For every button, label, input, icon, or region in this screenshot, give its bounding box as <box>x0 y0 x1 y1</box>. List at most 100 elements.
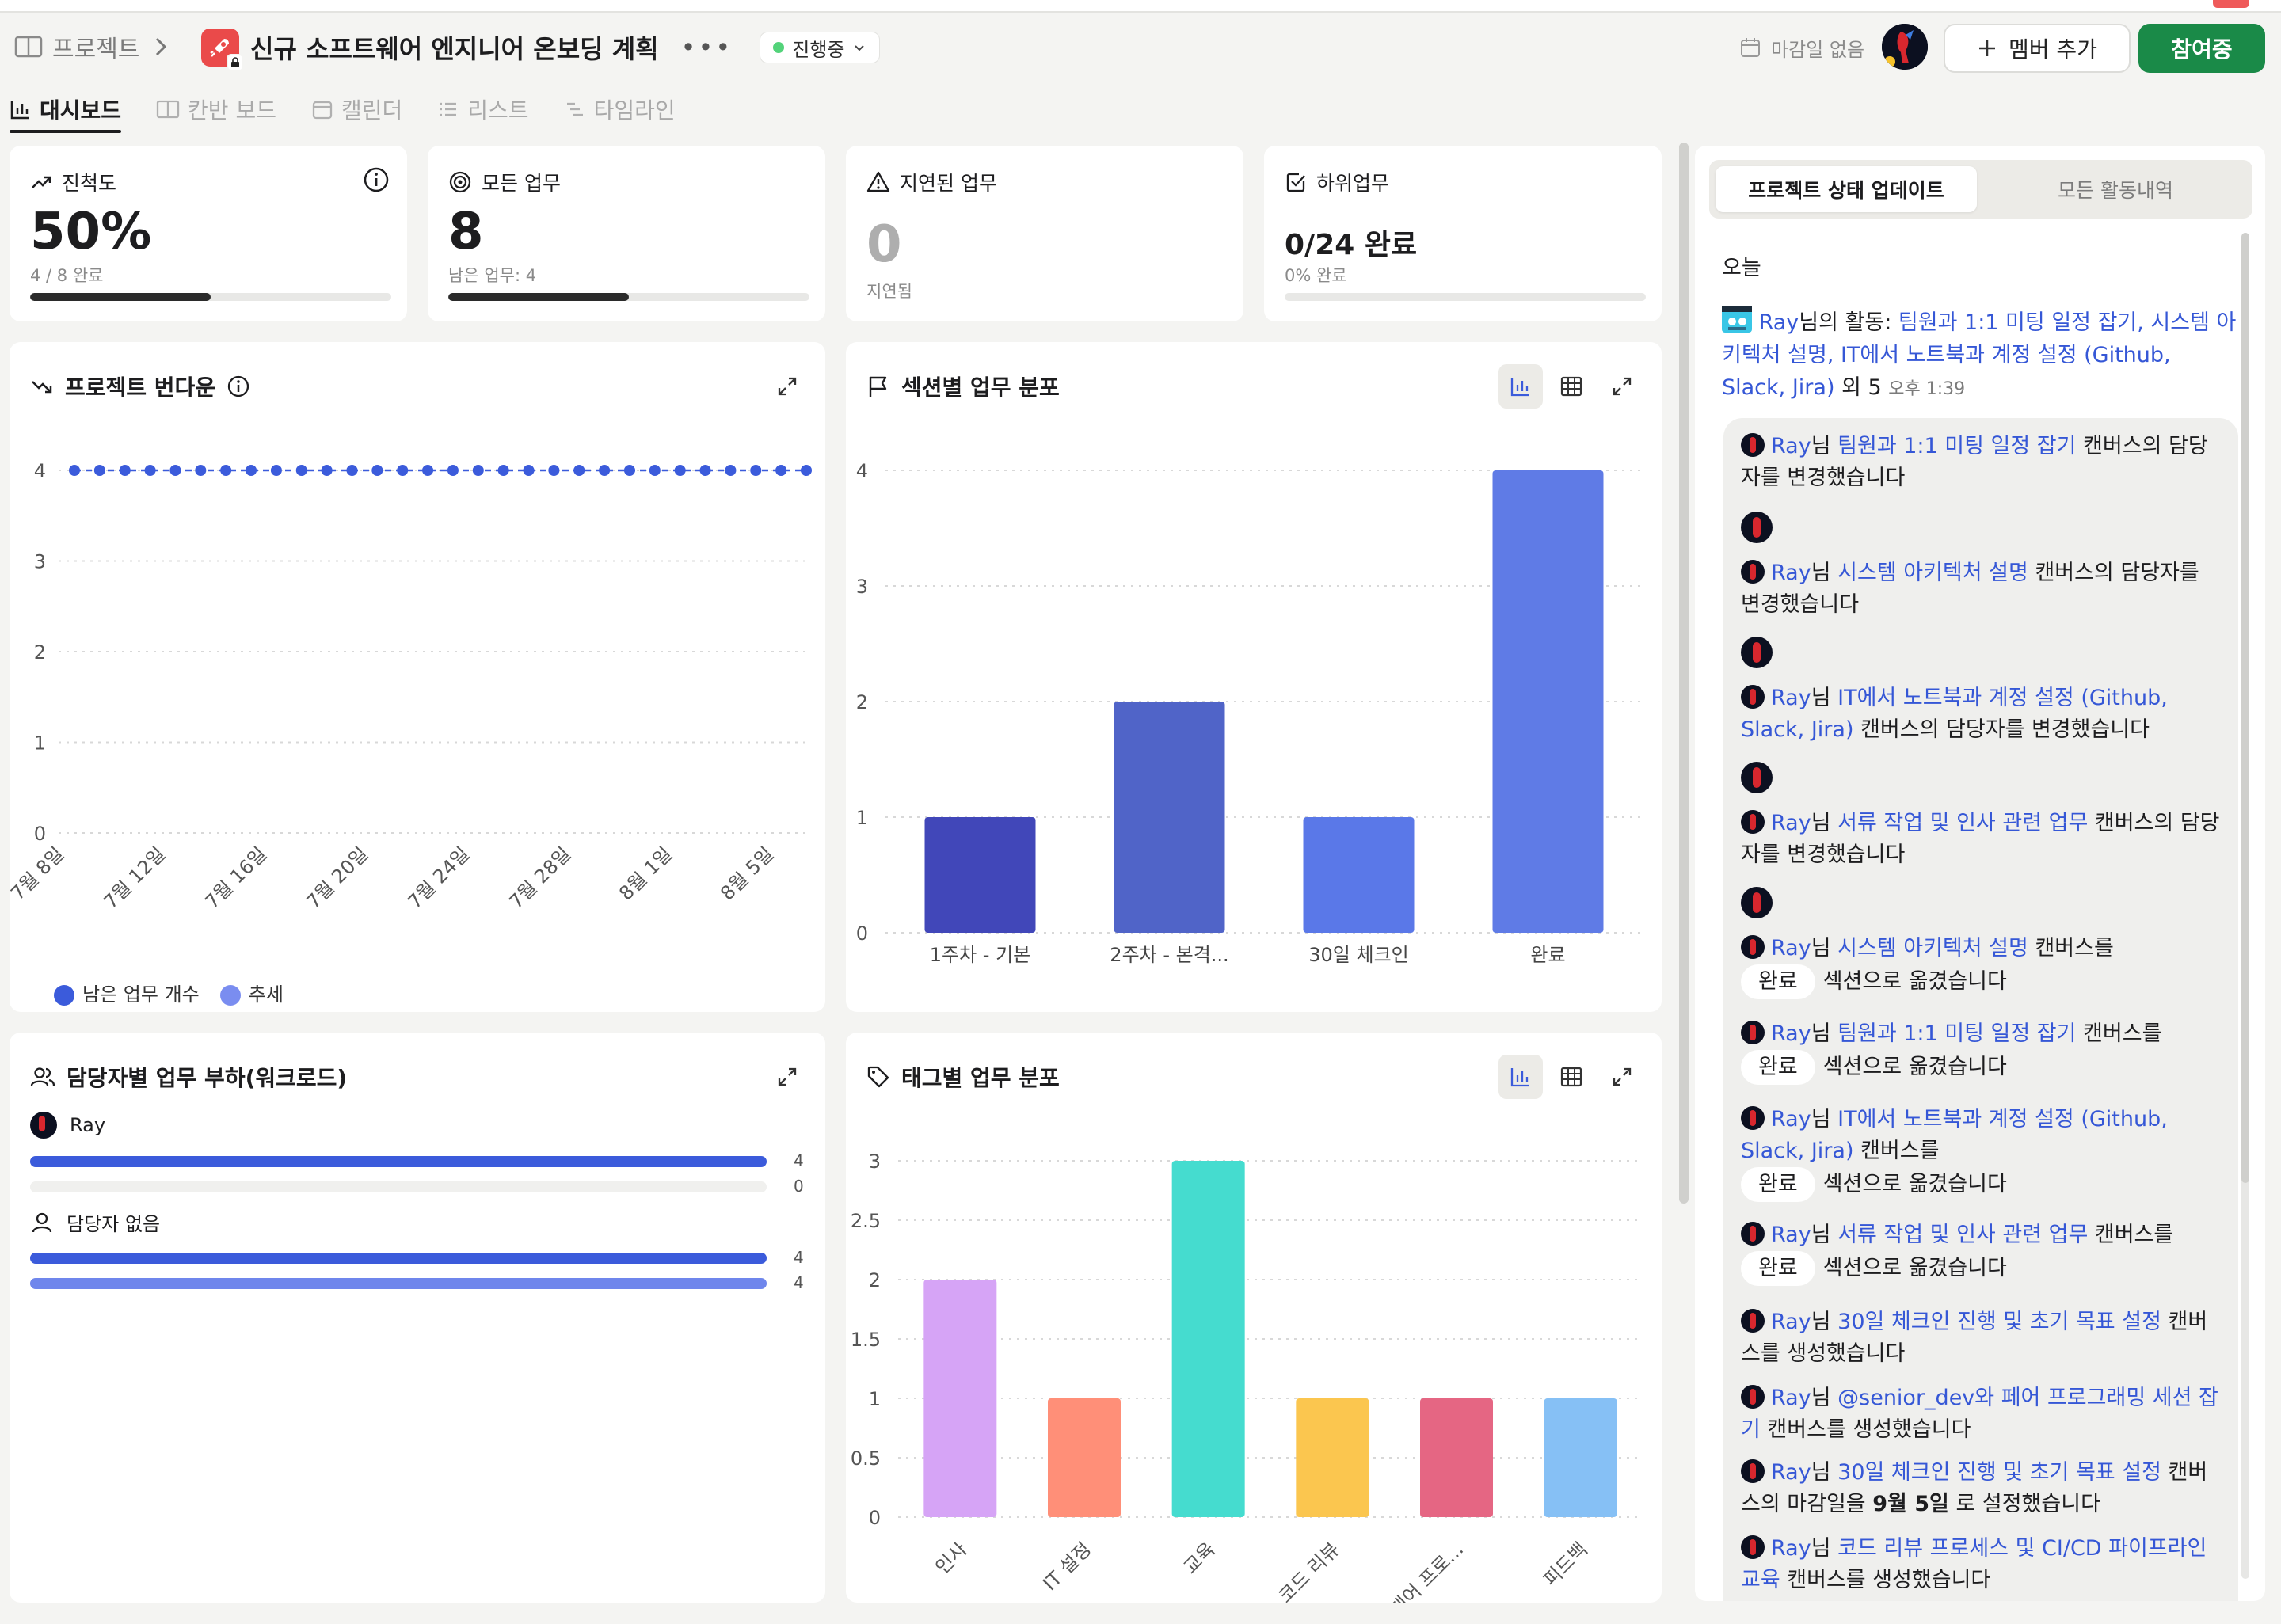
progress-title: 진척도 <box>30 168 116 196</box>
expand-icon[interactable] <box>765 1055 809 1099</box>
tab-list[interactable]: 리스트 <box>437 87 529 131</box>
x-tick-label: 완료 <box>1530 944 1565 966</box>
x-tick-label: 8월 1일 <box>615 842 676 904</box>
event-text: 캔버스를 <box>2076 1021 2162 1046</box>
event-user[interactable]: Ray <box>1771 1536 1811 1561</box>
legend-remaining[interactable]: 남은 업무 개수 <box>54 979 200 1006</box>
status-dot <box>773 42 785 53</box>
x-tick-label: 7월 24일 <box>403 842 474 913</box>
data-point <box>725 465 737 476</box>
section-pill[interactable]: 완료 <box>1741 1050 1815 1085</box>
avatar <box>1741 560 1765 584</box>
event-link[interactable]: 팀원과 1:1 미팅 일정 잡기 <box>1837 434 2076 458</box>
tab-status-update[interactable]: 프로젝트 상태 업데이트 <box>1716 166 1977 212</box>
y-tick-label: 2.5 <box>851 1210 881 1232</box>
event-text: 님 <box>1811 686 1838 710</box>
avatar <box>1741 1021 1765 1044</box>
join-button[interactable]: 참여중 <box>2138 24 2265 73</box>
breadcrumb-projects[interactable]: 프로젝트 <box>52 29 139 64</box>
event-text: 님 <box>1811 434 1838 458</box>
section-pill[interactable]: 완료 <box>1741 964 1815 999</box>
y-tick-label: 1.5 <box>851 1329 881 1351</box>
event-user[interactable]: Ray <box>1771 936 1811 960</box>
x-tick-label: 8월 5일 <box>716 842 778 904</box>
event-link[interactable]: 시스템 아키텍처 설명 <box>1837 561 2028 585</box>
status-dropdown[interactable]: 진행중 <box>760 32 881 63</box>
x-tick-label: 피드백 <box>1539 1538 1592 1591</box>
activity-more[interactable]: 외 5 <box>1834 375 1888 400</box>
tab-dashboard[interactable]: 대시보드 <box>10 87 122 133</box>
timeline-icon <box>566 102 583 116</box>
section-pill[interactable]: 완료 <box>1741 1251 1815 1286</box>
data-point <box>169 465 181 476</box>
activity-event: Ray님 팀원과 1:1 미팅 일정 잡기 캔버스를 완료 섹션으로 옮겼습니다 <box>1741 1018 2224 1085</box>
y-tick-label: 0 <box>856 922 868 945</box>
event-user[interactable]: Ray <box>1771 1021 1811 1046</box>
tab-calendar[interactable]: 캘린더 <box>311 87 402 131</box>
activity-user[interactable]: Ray <box>1759 310 1799 335</box>
event-text: 캔버스를 <box>2088 1223 2174 1247</box>
bar <box>1492 470 1604 933</box>
info-icon[interactable] <box>363 166 390 193</box>
data-point <box>144 465 156 476</box>
chart-icon <box>10 101 29 120</box>
x-tick-label: 7월 8일 <box>10 842 68 904</box>
tab-timeline[interactable]: 타임라인 <box>564 87 676 131</box>
bar <box>1296 1398 1369 1517</box>
panel-scrollbar[interactable] <box>2241 233 2249 1579</box>
x-tick-label: IT 설정 <box>1038 1538 1095 1595</box>
event-user[interactable]: Ray <box>1771 561 1811 585</box>
add-member-button[interactable]: 멤버 추가 <box>1944 24 2131 73</box>
event-user[interactable]: Ray <box>1771 686 1811 710</box>
avatar[interactable] <box>1741 637 1773 668</box>
tab-all-activity[interactable]: 모든 활동내역 <box>1985 166 2246 212</box>
event-user[interactable]: Ray <box>1771 434 1811 458</box>
burndown-card: 프로젝트 번다운 0 1 2 3 4 7월 8일 7월 12일 7월 16일 7월 20일 7월 … <box>10 342 825 1012</box>
event-link[interactable]: 30일 체크인 진행 및 초기 목표 설정 <box>1837 1460 2161 1485</box>
event-text: 님 <box>1811 1310 1838 1334</box>
event-user[interactable]: Ray <box>1771 1460 1811 1485</box>
project-title-group: 신규 소프트웨어 엔지니어 온보딩 계획 ••• 진행중 <box>201 25 881 71</box>
avatar[interactable] <box>1882 24 1928 70</box>
more-options-icon[interactable]: ••• <box>681 32 733 63</box>
avatar[interactable] <box>1741 512 1773 543</box>
event-link[interactable]: 팀원과 1:1 미팅 일정 잡기 <box>1837 1021 2076 1046</box>
avatar[interactable] <box>1741 762 1773 793</box>
event-user[interactable]: Ray <box>1771 1310 1811 1334</box>
event-text: 섹션으로 옮겼습니다 <box>1822 969 2007 994</box>
y-tick-label: 0.5 <box>851 1447 881 1470</box>
legend-trend[interactable]: 추세 <box>219 979 284 1006</box>
y-tick-label: 4 <box>34 460 46 482</box>
event-link[interactable]: 시스템 아키텍처 설명 <box>1837 936 2028 960</box>
event-link[interactable]: 30일 체크인 진행 및 초기 목표 설정 <box>1837 1310 2161 1334</box>
burndown-legend: 남은 업무 개수 추세 <box>54 979 284 1006</box>
avatar[interactable] <box>1741 887 1773 918</box>
workload-count: 0 <box>794 1177 804 1196</box>
x-tick-label: 7월 28일 <box>505 842 575 913</box>
activity-summary-text: 님의 활동: <box>1799 310 1898 335</box>
due-date[interactable]: 마감일 없음 <box>1739 30 1864 65</box>
tab-kanban[interactable]: 칸반 보드 <box>156 87 276 131</box>
y-tick-label: 0 <box>34 823 46 845</box>
subtasks-title-label: 하위업무 <box>1316 172 1390 195</box>
event-user[interactable]: Ray <box>1771 811 1811 835</box>
event-user[interactable]: Ray <box>1771 1386 1811 1410</box>
breadcrumb[interactable]: 프로젝트 <box>14 27 173 67</box>
activity-time: 오후 1:39 <box>1888 379 1966 399</box>
workload-person-ray[interactable]: Ray <box>30 1112 105 1139</box>
workload-bar <box>30 1181 767 1192</box>
workload-person-unassigned[interactable]: 담당자 없음 <box>30 1208 160 1236</box>
event-link[interactable]: 서류 작업 및 인사 관련 업무 <box>1837 1223 2088 1247</box>
activity-panel: 프로젝트 상태 업데이트 모든 활동내역 오늘 Ray님의 활동: 팀원과 1:… <box>1695 146 2265 1601</box>
event-user[interactable]: Ray <box>1771 1107 1811 1131</box>
avatar <box>1741 1535 1765 1559</box>
event-link[interactable]: 서류 작업 및 인사 관련 업무 <box>1837 811 2088 835</box>
user-icon <box>32 1212 52 1232</box>
project-board-icon <box>14 36 43 58</box>
event-text: 캔버스를 생성했습니다 <box>1780 1568 1991 1592</box>
section-pill[interactable]: 완료 <box>1741 1167 1815 1202</box>
main-scrollbar[interactable] <box>1679 143 1689 1204</box>
data-point <box>775 465 787 476</box>
event-user[interactable]: Ray <box>1771 1223 1811 1247</box>
data-point <box>523 465 535 476</box>
